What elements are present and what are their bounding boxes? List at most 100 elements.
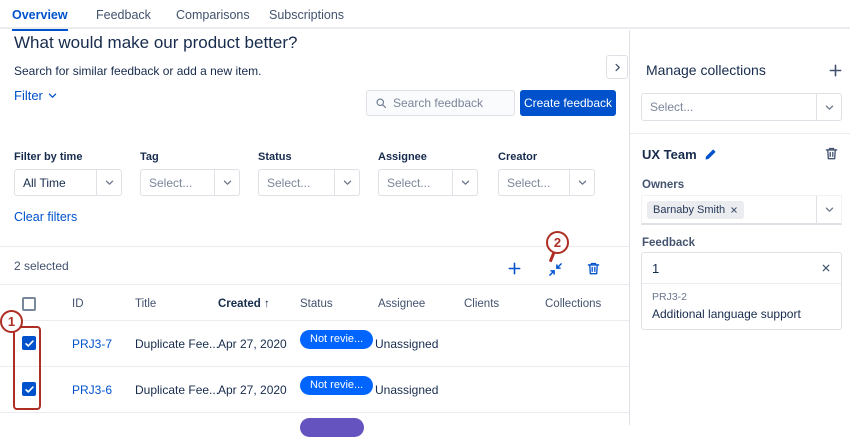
tab-comparisons[interactable]: Comparisons [176, 0, 250, 29]
feedback-item[interactable]: PRJ3-2 Additional language support [642, 284, 841, 328]
filter-tag-value: Select... [141, 176, 214, 190]
plus-icon [507, 261, 522, 276]
feedback-search-row: 1 [642, 253, 841, 284]
status-badge[interactable]: Not revie... [300, 330, 373, 349]
chevron-down-icon [569, 170, 594, 195]
filter-label-assignee: Assignee [378, 151, 427, 163]
sidebar-title: Manage collections [646, 62, 766, 78]
feedback-item-title: Additional language support [652, 307, 831, 321]
divider [0, 412, 629, 413]
filter-creator-value: Select... [499, 176, 569, 190]
status-badge[interactable] [300, 418, 364, 437]
page-title: What would make our product better? [14, 33, 297, 53]
trash-icon [586, 261, 601, 276]
tab-feedback[interactable]: Feedback [96, 0, 151, 29]
row-title: Duplicate Fee... [135, 383, 219, 397]
feedback-list: 1 PRJ3-2 Additional language support [641, 252, 842, 330]
divider [0, 320, 629, 321]
row-id-link[interactable]: PRJ3-6 [72, 383, 112, 397]
edit-collection-button[interactable] [704, 148, 717, 161]
annotation-step-1: 1 [0, 310, 23, 333]
row-id-link[interactable]: PRJ3-7 [72, 337, 112, 351]
feedback-count: 1 [652, 261, 659, 276]
delete-selected-button[interactable] [584, 259, 602, 277]
filter-label-creator: Creator [498, 151, 537, 163]
search-box[interactable] [366, 90, 515, 116]
owners-select[interactable]: Barnaby Smith [641, 195, 842, 225]
clear-feedback-icon[interactable] [821, 263, 831, 273]
filter-assignee-select[interactable]: Select... [378, 169, 478, 196]
tab-bar: Overview Feedback Comparisons Subscripti… [0, 0, 850, 29]
divider [0, 366, 629, 367]
row-checkbox[interactable] [22, 382, 36, 396]
status-badge[interactable]: Not revie... [300, 376, 373, 395]
chevron-down-icon [452, 170, 477, 195]
row-created: Apr 27, 2020 [218, 383, 287, 397]
row-created: Apr 27, 2020 [218, 337, 287, 351]
search-input[interactable] [393, 96, 506, 110]
chevron-down-icon [816, 196, 841, 223]
collection-select[interactable]: Select... [641, 93, 842, 121]
merge-feedback-button[interactable] [546, 260, 564, 278]
divider [0, 284, 629, 285]
filter-label-time: Filter by time [14, 151, 82, 163]
filter-tag-select[interactable]: Select... [140, 169, 240, 196]
filter-time-select[interactable]: All Time [14, 169, 122, 196]
filter-toggle-label: Filter [14, 88, 43, 103]
check-icon [24, 384, 35, 395]
column-header-created[interactable]: Created ↑ [218, 298, 270, 310]
trash-icon [824, 146, 839, 161]
collection-name: UX Team [642, 147, 717, 162]
add-collection-button[interactable] [826, 61, 844, 79]
filter-toggle[interactable]: Filter [14, 88, 58, 103]
pencil-icon [704, 148, 717, 161]
row-assignee: Unassigned [375, 383, 438, 397]
filter-status-select[interactable]: Select... [258, 169, 360, 196]
tab-overview[interactable]: Overview [12, 0, 68, 29]
chevron-down-icon [214, 170, 239, 195]
row-assignee: Unassigned [375, 337, 438, 351]
filter-creator-select[interactable]: Select... [498, 169, 595, 196]
collapse-panel-button[interactable] [606, 55, 628, 79]
column-header-assignee[interactable]: Assignee [378, 298, 425, 310]
filter-assignee-value: Select... [379, 176, 452, 190]
page-subtitle: Search for similar feedback or add a new… [14, 64, 261, 78]
owner-chip-label: Barnaby Smith [653, 204, 725, 216]
column-header-title[interactable]: Title [135, 298, 156, 310]
column-header-collections[interactable]: Collections [545, 298, 601, 310]
remove-owner-icon[interactable] [730, 206, 738, 214]
tab-subscriptions[interactable]: Subscriptions [269, 0, 344, 29]
collapse-arrows-icon [548, 262, 563, 277]
owner-chip[interactable]: Barnaby Smith [647, 201, 744, 219]
plus-icon [828, 63, 843, 78]
filter-label-status: Status [258, 151, 292, 163]
column-header-created-label: Created [218, 298, 261, 310]
chevron-down-icon [96, 170, 121, 195]
clear-filters-link[interactable]: Clear filters [14, 210, 77, 224]
create-feedback-button[interactable]: Create feedback [520, 90, 616, 116]
filter-time-value: All Time [15, 176, 96, 190]
column-header-status[interactable]: Status [300, 298, 333, 310]
panel-divider [629, 30, 630, 425]
filter-status-value: Select... [259, 176, 334, 190]
column-header-id[interactable]: ID [72, 298, 84, 310]
divider [0, 246, 629, 247]
feedback-item-id: PRJ3-2 [652, 291, 831, 303]
check-icon [24, 338, 35, 349]
delete-collection-button[interactable] [823, 145, 840, 162]
row-checkbox[interactable] [22, 336, 36, 350]
feedback-label: Feedback [642, 237, 695, 249]
row-title: Duplicate Fee... [135, 337, 219, 351]
select-all-checkbox[interactable] [22, 297, 36, 311]
divider [630, 133, 850, 134]
chevron-down-icon [816, 94, 841, 120]
chevron-right-icon [612, 62, 623, 73]
chevron-down-icon [47, 90, 58, 101]
search-icon [375, 97, 387, 109]
column-header-clients[interactable]: Clients [464, 298, 499, 310]
chevron-down-icon [334, 170, 359, 195]
annotation-step-2: 2 [546, 231, 569, 254]
owners-label: Owners [642, 179, 684, 191]
sort-ascending-icon: ↑ [264, 298, 270, 310]
add-to-collection-button[interactable] [505, 259, 523, 277]
